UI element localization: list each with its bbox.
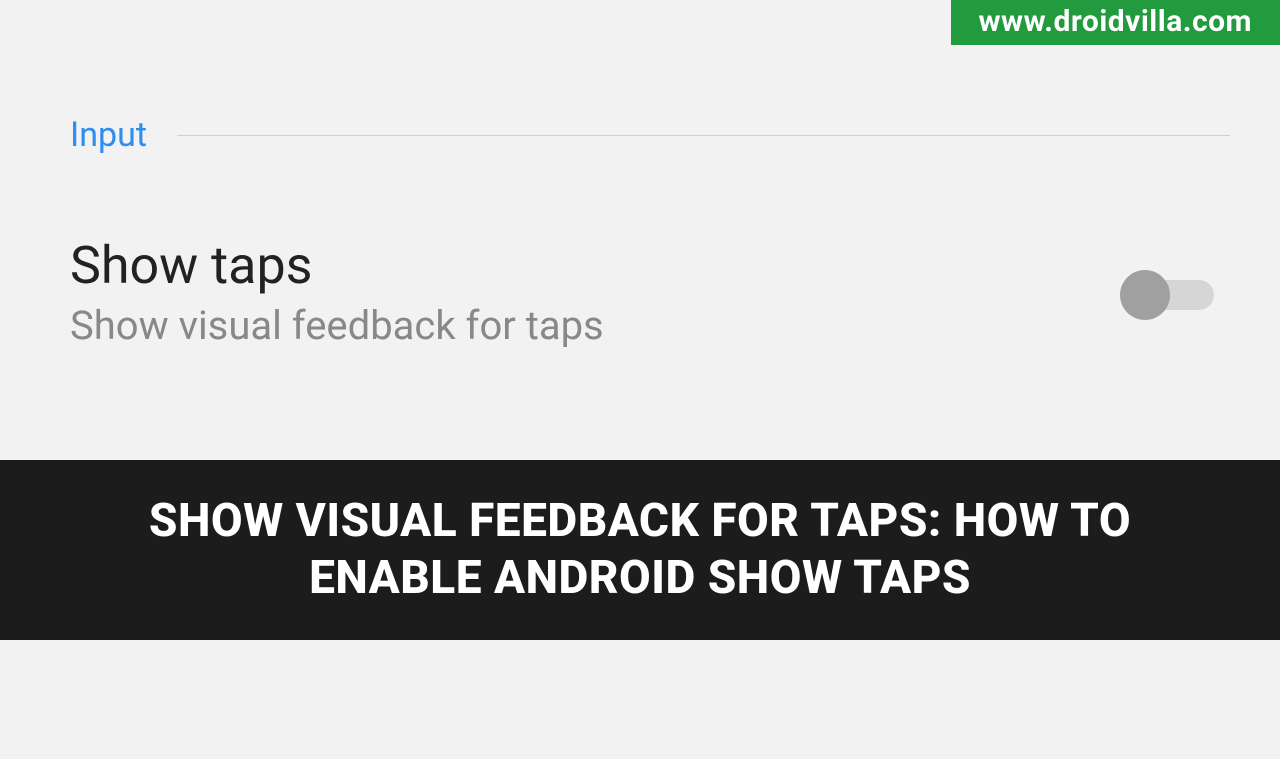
watermark-text: www.droidvilla.com — [979, 4, 1252, 39]
setting-row-show-taps[interactable]: Show taps Show visual feedback for taps — [70, 235, 1220, 349]
toggle-thumb — [1120, 270, 1170, 320]
section-title: Input — [70, 115, 147, 155]
watermark-badge: www.droidvilla.com — [951, 0, 1280, 45]
toggle-show-taps[interactable] — [1120, 272, 1220, 312]
title-banner: SHOW VISUAL FEEDBACK FOR TAPS: HOW TO EN… — [0, 460, 1280, 640]
setting-subtitle: Show visual feedback for taps — [70, 302, 604, 349]
section-header: Input — [70, 115, 1230, 155]
section-divider — [177, 135, 1230, 136]
setting-text: Show taps Show visual feedback for taps — [70, 235, 604, 349]
banner-text: SHOW VISUAL FEEDBACK FOR TAPS: HOW TO EN… — [60, 493, 1220, 608]
setting-title: Show taps — [70, 235, 604, 296]
